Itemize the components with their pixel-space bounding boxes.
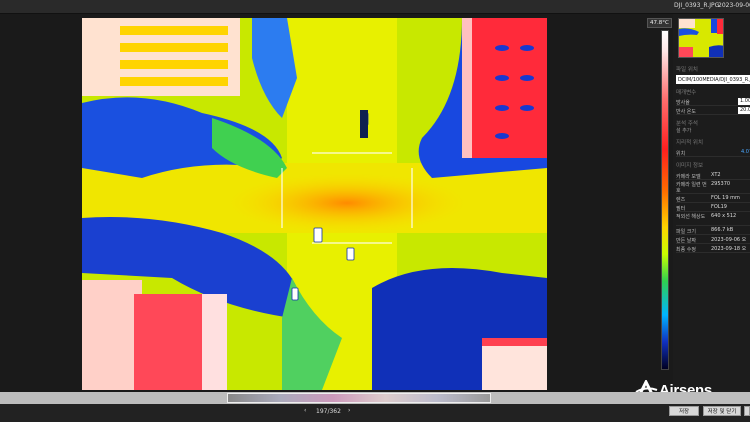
filmstrip-scrollbar[interactable] [0, 392, 750, 404]
info-row: 적외선 해상도 640 x 512 [676, 212, 750, 226]
scale-max-label[interactable]: 47.8°C [647, 18, 672, 28]
gps-value[interactable]: 4.07 [739, 149, 750, 156]
file-name: DJI_0393_R.JPG [674, 2, 720, 9]
thumbnail-canvas [679, 19, 723, 57]
info-panel: 파일 위치 DCIM/100MEDIA/DJI_0393_R.JPG 매개변수 … [673, 14, 750, 392]
info-value: 295370 [711, 181, 731, 187]
image-viewer [0, 14, 670, 392]
info-row: 카메라 모델 XT2 [676, 171, 750, 180]
image-info-section-title: 이미지 정보 [676, 163, 704, 169]
info-row: 최종 수정 2023-09-18 오 [676, 244, 750, 253]
save-close-button[interactable]: 저장 및 닫기 [703, 406, 741, 416]
file-date: 2023-09-06 [718, 2, 750, 9]
info-label: 최종 수정 [676, 247, 696, 253]
info-row: 파일 크기 866.7 kB [676, 226, 750, 235]
info-label: 카메라 모델 [676, 174, 701, 180]
emissivity-input[interactable]: 1.00 [738, 98, 750, 105]
image-pager: ‹ 197/362 › [302, 407, 354, 417]
param-row-emissivity: 방사율 1.00 [676, 97, 750, 106]
title-bar: DJI_0393_R.JPG 2023-09-06 [0, 0, 750, 14]
next-image-button[interactable]: › [348, 407, 350, 414]
image-thumbnail[interactable] [678, 18, 724, 58]
scrollbar-thumb[interactable] [227, 393, 491, 403]
info-row: 카메라 일련 번호 295370 [676, 180, 750, 194]
param-row-reflected-temp: 반사 온도 20.0 [676, 106, 750, 115]
save-button[interactable]: 저장 [669, 406, 699, 416]
notes-section-title: 분석 주석 [676, 121, 698, 127]
gps-section-title: 지리적 위치 [676, 140, 704, 146]
info-label: 적외선 해상도 [676, 214, 706, 220]
bottom-bar: ‹ 197/362 › 저장 저장 및 닫기 [0, 392, 750, 422]
info-value: FOL 19 mm [711, 195, 740, 201]
file-section-title: 파일 위치 [676, 67, 698, 73]
info-value: XT2 [711, 172, 721, 178]
page-counter: 197/362 [316, 408, 341, 415]
info-label: 렌즈 [676, 197, 686, 203]
extra-button[interactable] [744, 406, 750, 416]
info-label: 만든 날짜 [676, 238, 696, 244]
param-label: 반사 온도 [676, 109, 696, 115]
param-label: 방사율 [676, 100, 690, 106]
add-note-link[interactable]: 설 추가 [676, 127, 691, 134]
info-value: 2023-09-06 오 [711, 237, 747, 243]
info-row: 필터 FOL19 [676, 203, 750, 212]
params-section-title: 매개변수 [676, 90, 697, 96]
color-scale-bar[interactable] [661, 30, 669, 370]
prev-image-button[interactable]: ‹ [304, 407, 306, 414]
info-row: 만든 날짜 2023-09-06 오 [676, 235, 750, 244]
file-path-field[interactable]: DCIM/100MEDIA/DJI_0393_R.JPG [676, 75, 750, 84]
gps-label: 위치 [676, 151, 686, 157]
temperature-scale: 47.8°C [645, 14, 673, 392]
thermal-image[interactable] [82, 18, 547, 390]
info-label: 카메라 일련 번호 [676, 182, 707, 194]
info-value: 2023-09-18 오 [711, 246, 747, 252]
info-value: 866.7 kB [711, 227, 734, 233]
info-value: 640 x 512 [711, 213, 737, 219]
reflected-temp-input[interactable]: 20.0 [738, 107, 750, 114]
info-label: 파일 크기 [676, 229, 696, 235]
info-label: 필터 [676, 206, 686, 212]
gps-row: 위치 4.07 [676, 148, 750, 157]
thermal-image-canvas [82, 18, 547, 390]
info-value: FOL19 [711, 204, 727, 210]
info-row: 렌즈 FOL 19 mm [676, 194, 750, 203]
